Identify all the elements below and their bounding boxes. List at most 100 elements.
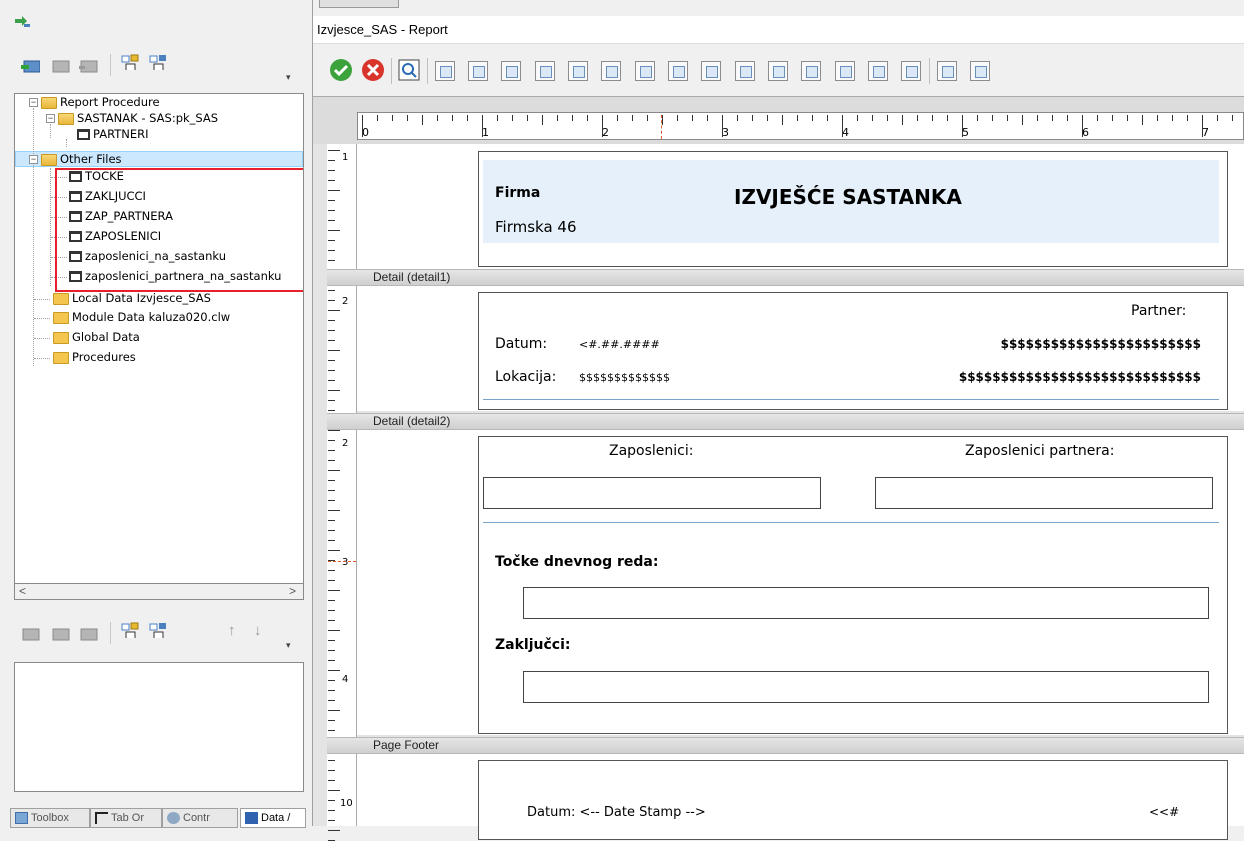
edit-file-icon[interactable] bbox=[50, 58, 70, 74]
datum-value[interactable]: <#.##.#### bbox=[579, 338, 660, 351]
align-bottom-icon[interactable] bbox=[568, 61, 588, 81]
tree-item-procedures[interactable]: Procedures bbox=[53, 350, 136, 365]
same-size-icon[interactable] bbox=[735, 61, 755, 81]
add-file-icon[interactable] bbox=[20, 626, 40, 642]
space-vertical-icon[interactable] bbox=[635, 61, 655, 81]
toolbar-overflow-icon[interactable]: ▾ bbox=[286, 640, 291, 651]
footer-page-number[interactable]: <<# bbox=[1149, 805, 1179, 819]
center-horizontal-icon[interactable] bbox=[835, 61, 855, 81]
center-vertical-icon[interactable] bbox=[868, 61, 888, 81]
tree-horizontal-scrollbar[interactable]: < > bbox=[14, 583, 304, 600]
vruler-label: 10 bbox=[340, 798, 353, 809]
align-middle-icon[interactable] bbox=[601, 61, 621, 81]
add-field-icon[interactable] bbox=[148, 54, 168, 70]
tree-item-local-data[interactable]: Local Data Izvjesce_SAS bbox=[53, 291, 211, 306]
space-horizontal-icon[interactable] bbox=[668, 61, 688, 81]
wizard-icon[interactable] bbox=[14, 15, 32, 29]
tree-item-partneri[interactable]: PARTNERI bbox=[77, 127, 149, 142]
add-key-icon[interactable] bbox=[120, 622, 140, 638]
detail2-frame[interactable]: Zaposlenici: Zaposlenici partnera: Točke… bbox=[478, 436, 1228, 734]
align-center-icon[interactable] bbox=[435, 61, 455, 81]
ruler-tick bbox=[542, 115, 543, 125]
scrollbar-thumb[interactable] bbox=[31, 586, 271, 597]
distribute-icon[interactable] bbox=[701, 61, 721, 81]
footer-datum[interactable]: Datum: <-- Date Stamp --> bbox=[527, 805, 706, 820]
scroll-right-icon[interactable]: > bbox=[289, 584, 296, 598]
same-height-icon[interactable] bbox=[801, 61, 821, 81]
firma-address[interactable]: Firmska 46 bbox=[495, 218, 577, 236]
band-detail1[interactable]: Detail (detail1) bbox=[327, 269, 1244, 286]
band-detail2[interactable]: Detail (detail2) bbox=[327, 413, 1244, 430]
tab-tab-order[interactable]: Tab Or bbox=[90, 808, 162, 828]
footer-frame[interactable]: Datum: <-- Date Stamp --> <<# bbox=[478, 760, 1228, 840]
datum-label[interactable]: Datum: bbox=[495, 336, 547, 352]
zaposlenici-partnera-label[interactable]: Zaposlenici partnera: bbox=[965, 443, 1114, 459]
collapse-other-files[interactable]: − bbox=[29, 155, 38, 164]
tree-item-report-procedure[interactable]: Report Procedure bbox=[41, 95, 160, 110]
same-width-icon[interactable] bbox=[768, 61, 788, 81]
zakljucci-label[interactable]: Zaključci: bbox=[495, 637, 570, 653]
tree-item-other-files[interactable]: Other Files bbox=[41, 152, 122, 167]
remove-file-icon[interactable] bbox=[78, 58, 98, 74]
lower-list-panel[interactable] bbox=[14, 662, 304, 792]
partner-value-2[interactable]: $$$$$$$$$$$$$$$$$$$$$$$$$$$$$ bbox=[929, 370, 1201, 384]
lokacija-label[interactable]: Lokacija: bbox=[495, 369, 556, 385]
vruler-tick bbox=[328, 630, 340, 631]
lokacija-value[interactable]: $$$$$$$$$$$$$ bbox=[579, 371, 697, 384]
add-file-icon[interactable] bbox=[20, 58, 40, 74]
detail2-band: Zaposlenici: Zaposlenici partnera: Točke… bbox=[357, 430, 1244, 735]
align-top-icon[interactable] bbox=[535, 61, 555, 81]
vruler-tick bbox=[328, 180, 335, 181]
bring-front-icon[interactable] bbox=[937, 61, 957, 81]
tree-item-module-data[interactable]: Module Data kaluza020.clw bbox=[53, 310, 230, 325]
partner-value-1[interactable]: $$$$$$$$$$$$$$$$$$$$$$$$ bbox=[979, 337, 1201, 351]
remove-file-icon[interactable] bbox=[78, 626, 98, 642]
zaposlenici-partnera-list-field[interactable] bbox=[875, 477, 1213, 509]
move-down-icon[interactable]: ↓ bbox=[254, 622, 262, 639]
collapse-sastanak[interactable]: − bbox=[46, 114, 55, 123]
report-canvas[interactable]: 1 2 2 3 4 10 Firma IZVJEŠĆE SASTANKA Fir… bbox=[313, 144, 1244, 841]
center-both-icon[interactable] bbox=[901, 61, 921, 81]
edit-file-icon[interactable] bbox=[50, 626, 70, 642]
toolbar-overflow-icon[interactable]: ▾ bbox=[286, 72, 291, 83]
tocke-field[interactable] bbox=[523, 587, 1209, 619]
band-page-footer[interactable]: Page Footer bbox=[327, 737, 1244, 754]
data-icon bbox=[245, 812, 258, 824]
move-up-icon[interactable]: ↑ bbox=[228, 622, 236, 639]
tree-item-global-data[interactable]: Global Data bbox=[53, 330, 140, 345]
report-title[interactable]: IZVJEŠĆE SASTANKA bbox=[734, 185, 962, 209]
ruler-tick bbox=[782, 115, 783, 125]
header-band: Firma IZVJEŠĆE SASTANKA Firmska 46 bbox=[357, 144, 1244, 269]
tocke-label[interactable]: Točke dnevnog reda: bbox=[495, 554, 658, 570]
preview-icon[interactable] bbox=[397, 58, 421, 82]
tab-data[interactable]: Data / bbox=[240, 808, 306, 828]
detail1-band: Partner: Datum: <#.##.#### $$$$$$$$$$$$$… bbox=[357, 286, 1244, 411]
detail1-frame[interactable]: Partner: Datum: <#.##.#### $$$$$$$$$$$$$… bbox=[478, 292, 1228, 410]
zaposlenici-label[interactable]: Zaposlenici: bbox=[609, 443, 694, 459]
vruler-tick bbox=[328, 490, 335, 491]
ruler-tick bbox=[1187, 115, 1188, 121]
vruler-label: 1 bbox=[342, 152, 349, 163]
footer-band: Datum: <-- Date Stamp --> <<# bbox=[357, 754, 1244, 840]
ruler-label-3: 3 bbox=[722, 126, 729, 139]
partner-label[interactable]: Partner: bbox=[1131, 303, 1186, 319]
document-tab[interactable] bbox=[319, 0, 399, 8]
collapse-report-procedure[interactable]: − bbox=[29, 98, 38, 107]
scroll-left-icon[interactable]: < bbox=[19, 584, 26, 598]
tree-item-sastanak[interactable]: SASTANAK - SAS:pk_SAS bbox=[58, 111, 218, 126]
align-right-icon[interactable] bbox=[501, 61, 521, 81]
zakljucci-field[interactable] bbox=[523, 671, 1209, 703]
ok-check-icon[interactable] bbox=[328, 57, 354, 83]
header-frame[interactable]: Firma IZVJEŠĆE SASTANKA Firmska 46 bbox=[478, 151, 1228, 267]
send-back-icon[interactable] bbox=[970, 61, 990, 81]
tab-controls[interactable]: Contr bbox=[162, 808, 238, 828]
add-field-icon[interactable] bbox=[148, 622, 168, 638]
add-key-icon[interactable] bbox=[120, 54, 140, 70]
align-left-icon[interactable] bbox=[468, 61, 488, 81]
tab-toolbox[interactable]: Toolbox bbox=[10, 808, 90, 828]
cancel-icon[interactable] bbox=[360, 57, 386, 83]
firma-label[interactable]: Firma bbox=[495, 185, 540, 201]
zaposlenici-list-field[interactable] bbox=[483, 477, 821, 509]
vruler-tick bbox=[328, 660, 335, 661]
folder-open-icon bbox=[41, 153, 57, 166]
